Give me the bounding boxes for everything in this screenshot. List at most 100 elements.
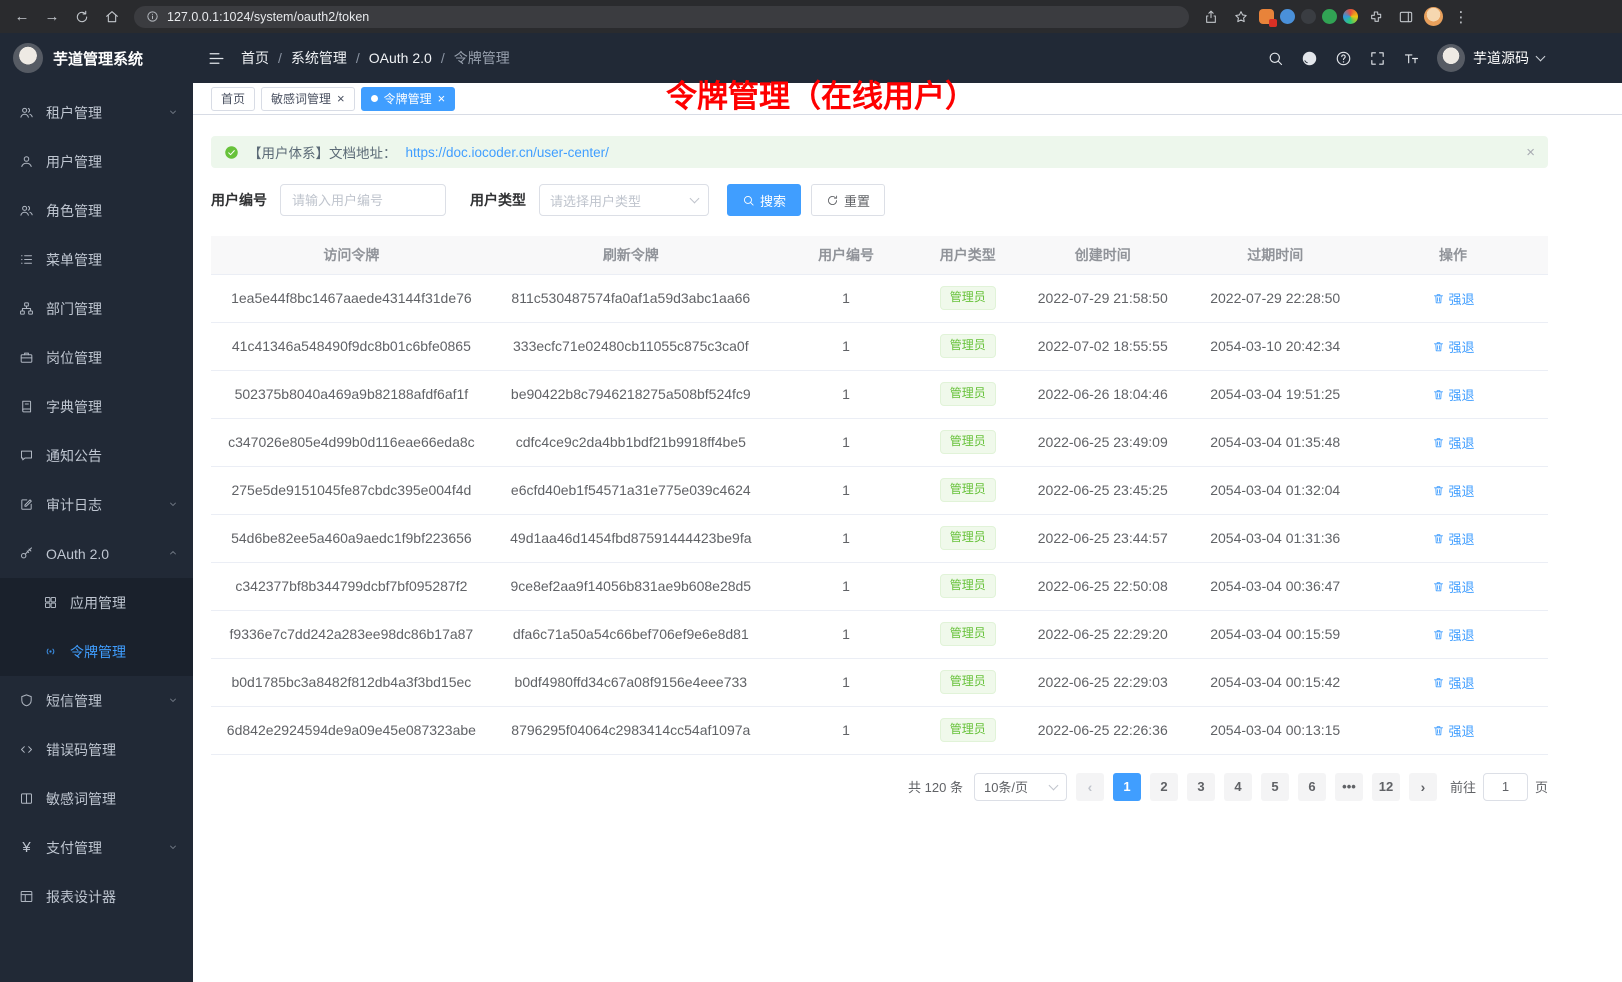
trash-icon	[1432, 436, 1445, 449]
access-token-cell: 1ea5e44f8bc1467aaede43144f31de76	[211, 274, 492, 322]
force-logout-button[interactable]: 强退	[1432, 433, 1475, 452]
tab-token[interactable]: 令牌管理 ×	[361, 87, 456, 111]
forward-icon[interactable]: →	[40, 5, 64, 29]
force-logout-button[interactable]: 强退	[1432, 481, 1475, 500]
address-bar[interactable]: 127.0.0.1:1024/system/oauth2/token	[134, 6, 1189, 28]
share-icon[interactable]	[1199, 5, 1223, 29]
sidebar-item-sensitive-words[interactable]: 敏感词管理	[0, 774, 193, 823]
help-icon[interactable]	[1335, 50, 1352, 67]
sidebar-item-roles[interactable]: 角色管理	[0, 186, 193, 235]
page-button-6[interactable]: 6	[1298, 773, 1326, 801]
refresh-token-cell: be90422b8c7946218275a508bf524fc9	[492, 370, 770, 418]
reset-button[interactable]: 重置	[811, 184, 885, 216]
github-icon[interactable]	[1301, 50, 1318, 67]
user-id-input[interactable]	[280, 184, 446, 216]
sidebar-item-report-designer[interactable]: 报表设计器	[0, 872, 193, 921]
page-size-select[interactable]: 10条/页	[974, 773, 1067, 801]
page-button-4[interactable]: 4	[1224, 773, 1252, 801]
force-logout-button[interactable]: 强退	[1432, 385, 1475, 404]
breadcrumb-home[interactable]: 首页	[241, 48, 291, 68]
extension-icon-3[interactable]	[1301, 9, 1316, 24]
search-icon[interactable]	[1267, 50, 1284, 67]
sidebar-item-audit-log[interactable]: 审计日志	[0, 480, 193, 529]
sidebar-item-departments[interactable]: 部门管理	[0, 284, 193, 333]
browser-menu-icon[interactable]: ⋮	[1449, 5, 1473, 29]
sidebar-item-oauth2[interactable]: OAuth 2.0	[0, 529, 193, 578]
sidebar-item-dict[interactable]: 字典管理	[0, 382, 193, 431]
page-button-3[interactable]: 3	[1187, 773, 1215, 801]
page-button-1[interactable]: 1	[1113, 773, 1141, 801]
created-time-cell: 2022-06-25 22:26:36	[1013, 706, 1192, 754]
goto-page-input[interactable]	[1483, 773, 1528, 801]
side-panel-icon[interactable]	[1394, 5, 1418, 29]
sidebar-item-users[interactable]: 用户管理	[0, 137, 193, 186]
refresh-icon	[826, 194, 839, 207]
access-token-cell: b0d1785bc3a8482f812db4a3f3bd15ec	[211, 658, 492, 706]
sidebar-item-posts[interactable]: 岗位管理	[0, 333, 193, 382]
app-logo[interactable]: 芋道管理系统	[0, 33, 193, 83]
collapse-menu-icon[interactable]	[207, 49, 226, 68]
force-logout-button[interactable]: 强退	[1432, 529, 1475, 548]
refresh-token-cell: 49d1aa46d1454fbd87591444423be9fa	[492, 514, 770, 562]
user-menu[interactable]: 芋道源码	[1437, 44, 1544, 72]
doc-link[interactable]: https://doc.iocoder.cn/user-center/	[406, 145, 609, 160]
sidebar-item-sms[interactable]: 短信管理	[0, 676, 193, 725]
expire-time-cell: 2054-03-04 00:15:42	[1192, 658, 1358, 706]
sidebar-item-notice[interactable]: 通知公告	[0, 431, 193, 480]
search-button[interactable]: 搜索	[727, 184, 801, 216]
bookmark-star-icon[interactable]	[1229, 5, 1253, 29]
user-type-select[interactable]: 请选择用户类型	[539, 184, 709, 216]
prev-page-button[interactable]: ‹	[1076, 773, 1104, 801]
force-logout-button[interactable]: 强退	[1432, 625, 1475, 644]
pagination: 共 120 条 10条/页 ‹ 1 2 3 4 5 6 ••• 12 › 前往 …	[211, 773, 1548, 801]
site-info-icon[interactable]	[146, 10, 159, 23]
sidebar-item-payment[interactable]: ¥ 支付管理	[0, 823, 193, 872]
column-header-user-type: 用户类型	[922, 236, 1013, 274]
force-logout-button[interactable]: 强退	[1432, 337, 1475, 356]
browser-profile-avatar[interactable]	[1424, 7, 1443, 26]
page-button-12[interactable]: 12	[1372, 773, 1400, 801]
breadcrumb-system[interactable]: 系统管理	[291, 48, 369, 68]
refresh-token-cell: cdfc4ce9c2da4bb1bdf21b9918ff4be5	[492, 418, 770, 466]
sidebar-item-oauth2-apps[interactable]: 应用管理	[0, 578, 193, 627]
sidebar-item-oauth2-token[interactable]: 令牌管理	[0, 627, 193, 676]
page-button-5[interactable]: 5	[1261, 773, 1289, 801]
extension-icon-5[interactable]	[1343, 9, 1358, 24]
user-id-cell: 1	[770, 466, 922, 514]
alert-label: 【用户体系】文档地址：	[248, 142, 397, 162]
page-button-2[interactable]: 2	[1150, 773, 1178, 801]
back-icon[interactable]: ←	[10, 5, 34, 29]
reload-icon[interactable]	[70, 5, 94, 29]
force-logout-button[interactable]: 强退	[1432, 577, 1475, 596]
actions-cell: 强退	[1358, 322, 1548, 370]
force-logout-button[interactable]: 强退	[1432, 289, 1475, 308]
fullscreen-icon[interactable]	[1369, 50, 1386, 67]
extension-icon-4[interactable]	[1322, 9, 1337, 24]
close-icon[interactable]: ×	[438, 92, 446, 105]
extension-icon-1[interactable]	[1259, 9, 1274, 24]
force-logout-button[interactable]: 强退	[1432, 673, 1475, 692]
close-icon[interactable]: ×	[337, 92, 345, 105]
user-type-cell: 管理员	[922, 514, 1013, 562]
page-content: 【用户体系】文档地址： https://doc.iocoder.cn/user-…	[193, 115, 1622, 982]
breadcrumb-oauth2[interactable]: OAuth 2.0	[369, 50, 454, 66]
tab-home[interactable]: 首页	[211, 87, 255, 111]
home-icon[interactable]	[100, 5, 124, 29]
trash-icon	[1432, 532, 1445, 545]
tab-sensitive-words[interactable]: 敏感词管理 ×	[261, 87, 355, 111]
column-header-created: 创建时间	[1013, 236, 1192, 274]
table-row: 54d6be82ee5a460a9aedc1f9bf223656 49d1aa4…	[211, 514, 1548, 562]
text-size-icon[interactable]	[1403, 50, 1420, 67]
app-header: 首页 系统管理 OAuth 2.0 令牌管理	[193, 33, 1622, 83]
alert-close-icon[interactable]: ×	[1526, 144, 1535, 161]
refresh-token-cell: 9ce8ef2aa9f14056b831ae9b608e28d5	[492, 562, 770, 610]
trash-icon	[1432, 292, 1445, 305]
sidebar-item-tenant[interactable]: 租户管理	[0, 88, 193, 137]
sidebar-item-error-codes[interactable]: 错误码管理	[0, 725, 193, 774]
extensions-puzzle-icon[interactable]	[1364, 5, 1388, 29]
force-logout-button[interactable]: 强退	[1432, 721, 1475, 740]
pages-ellipsis[interactable]: •••	[1335, 773, 1363, 801]
next-page-button[interactable]: ›	[1409, 773, 1437, 801]
extension-icon-2[interactable]	[1280, 9, 1295, 24]
sidebar-item-menus[interactable]: 菜单管理	[0, 235, 193, 284]
